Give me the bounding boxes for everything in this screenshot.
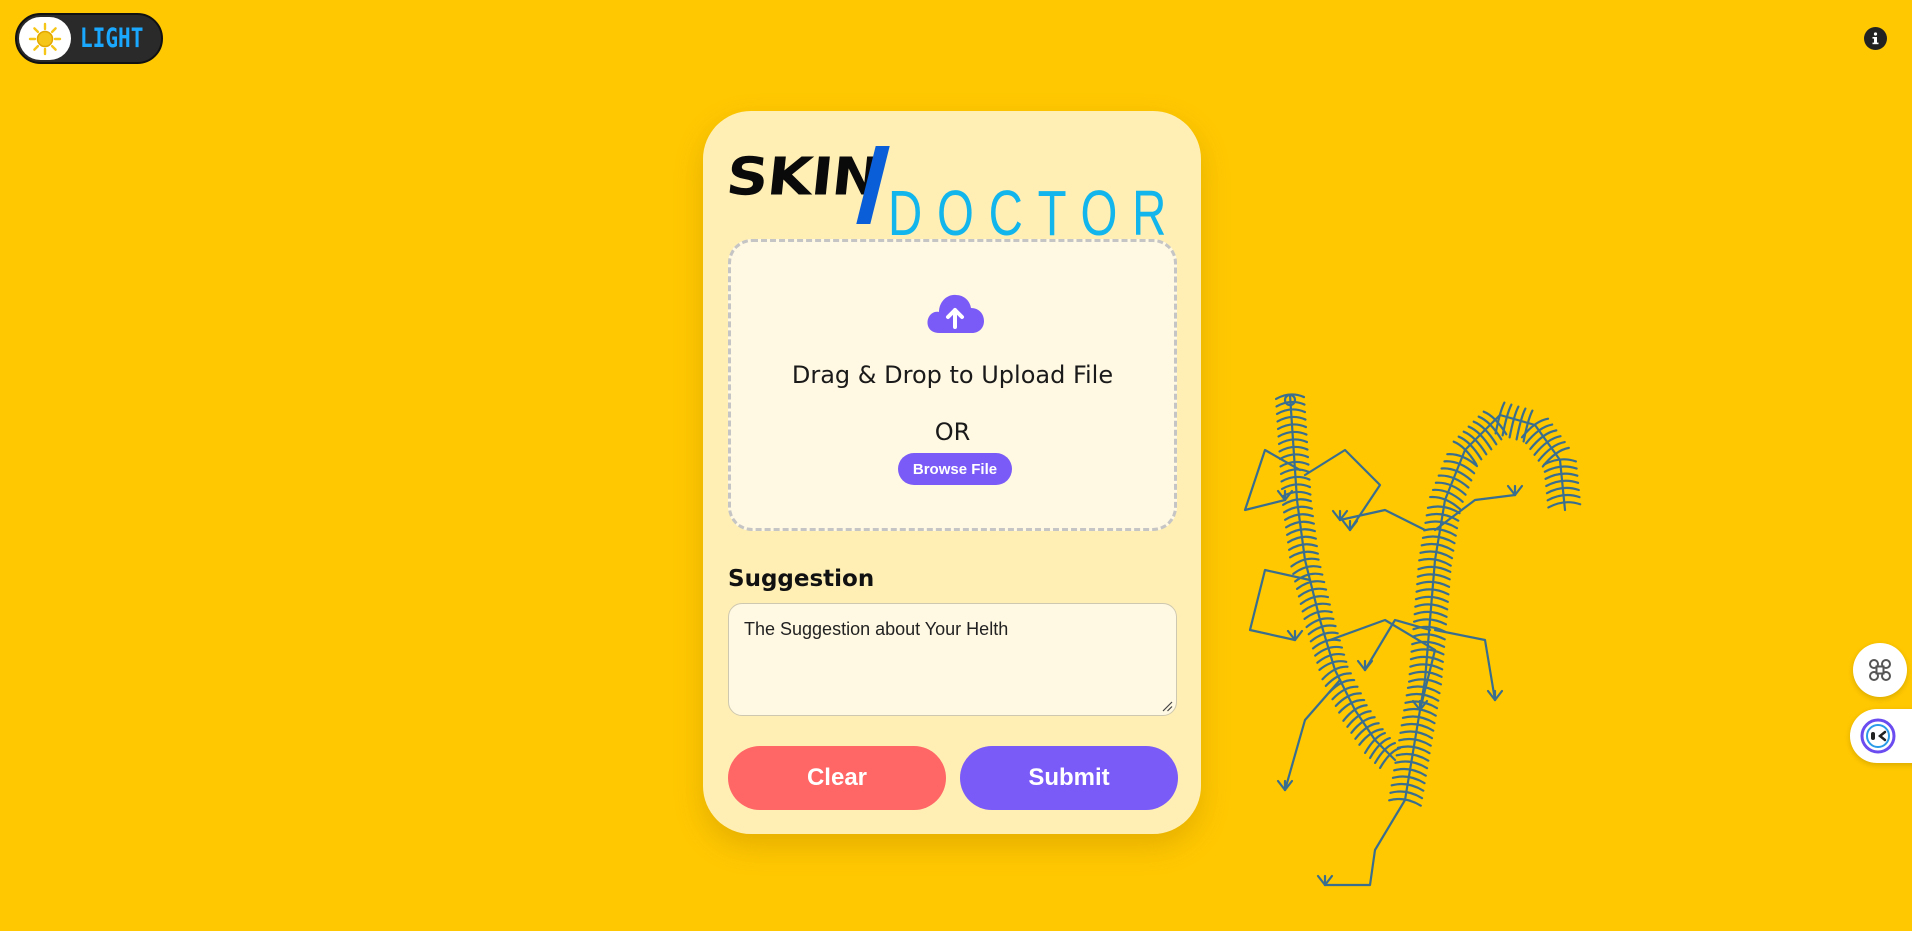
suggestion-heading: Suggestion — [728, 566, 875, 592]
suggestion-text: The Suggestion about Your Helth — [744, 619, 1009, 639]
logo-skin-text: SKIN — [723, 146, 883, 208]
browse-file-button[interactable]: Browse File — [898, 453, 1012, 485]
info-button[interactable] — [1864, 27, 1887, 50]
command-icon — [1869, 659, 1891, 681]
resize-grip-icon[interactable] — [1162, 701, 1173, 712]
suggestion-textarea[interactable]: The Suggestion about Your Helth — [728, 603, 1177, 716]
command-widget[interactable] — [1853, 643, 1907, 697]
theme-toggle[interactable]: LIGHT — [15, 13, 163, 64]
toggle-knob[interactable] — [19, 17, 71, 60]
theme-toggle-label: LIGHT — [79, 23, 144, 54]
file-dropzone[interactable]: Drag & Drop to Upload File OR Browse Fil… — [728, 239, 1177, 531]
dropzone-title: Drag & Drop to Upload File — [791, 361, 1114, 389]
clear-button[interactable]: Clear — [728, 746, 946, 810]
cloud-upload-icon — [927, 294, 984, 333]
skin-doctor-logo: SKIN DOCTOR — [724, 146, 1166, 249]
submit-button[interactable]: Submit — [960, 746, 1178, 810]
lizard-skeleton-illustration — [1243, 393, 1582, 887]
upload-card: SKIN DOCTOR Drag & Drop to Upload File O… — [703, 111, 1201, 834]
assistant-widget[interactable] — [1850, 709, 1912, 763]
dropzone-or-text: OR — [934, 418, 971, 446]
sun-icon — [28, 22, 62, 55]
assistant-bot-icon — [1860, 718, 1896, 754]
info-icon — [1872, 32, 1879, 45]
